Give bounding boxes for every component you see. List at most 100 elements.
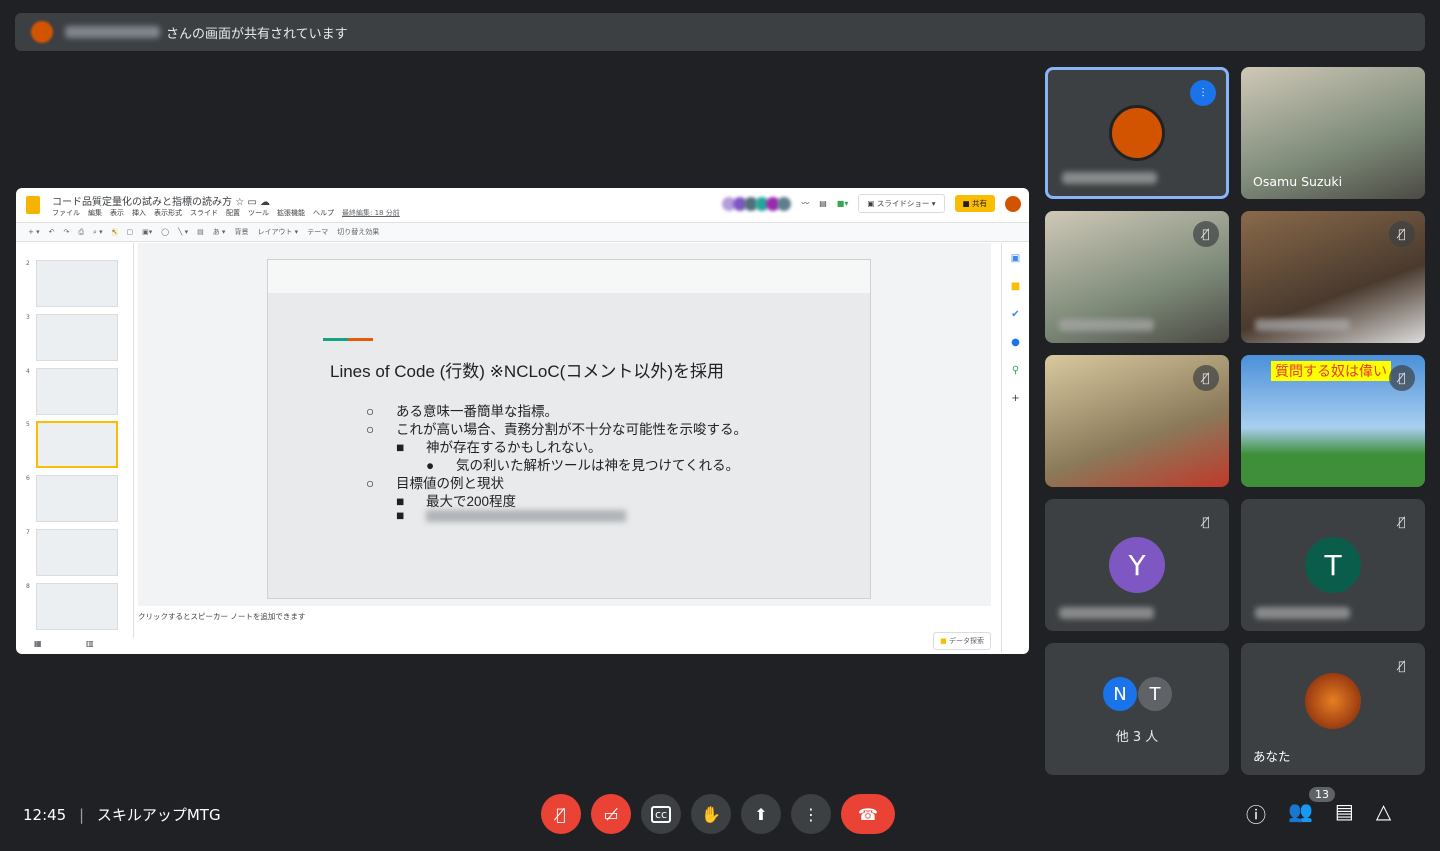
mic-off-icon: 🎙̸ — [556, 804, 566, 824]
slides-logo-icon — [26, 196, 40, 214]
menu-edit[interactable]: 編集 — [88, 208, 102, 218]
share-button[interactable]: ■ 共有 — [954, 195, 995, 212]
slideshow-button[interactable]: ▣ スライドショー ▾ — [858, 194, 945, 213]
folder-icon[interactable]: ▭ — [247, 197, 256, 208]
banner-text: さんの画面が共有されています — [166, 26, 348, 42]
present-button[interactable]: ⬆ — [741, 794, 781, 834]
people-icon[interactable]: 👥 — [1288, 799, 1313, 828]
bullet: これが高い場合、責務分割が不十分な可能性を示唆する。 — [396, 422, 747, 437]
others-tile[interactable]: N T 他 3 人 — [1045, 643, 1229, 775]
star-icon[interactable]: ☆ — [235, 197, 244, 208]
contacts-icon[interactable]: ● — [1011, 337, 1020, 348]
participant-name-blurred — [1059, 607, 1154, 619]
filmstrip-view-icon[interactable]: ▦ — [34, 639, 42, 648]
participant-tile[interactable]: 質問する奴は偉い 🎙̸ — [1241, 355, 1425, 487]
comment-add-icon[interactable]: ▤ — [197, 228, 204, 236]
participant-tile[interactable]: 🎙̸ — [1241, 211, 1425, 343]
slide-thumbnail[interactable] — [36, 368, 118, 415]
bullet: ある意味一番簡単な指標。 — [396, 404, 558, 419]
mic-off-icon: 🎙̸ — [1193, 509, 1219, 535]
bullet-blurred — [426, 510, 626, 523]
participant-tile[interactable]: 🎙̸ — [1045, 355, 1229, 487]
image-icon[interactable]: ▣▾ — [142, 228, 152, 236]
line-icon[interactable]: ╲ ▾ — [178, 228, 188, 236]
menu-view[interactable]: 表示 — [110, 208, 124, 218]
redo-icon[interactable]: ↷ — [63, 228, 69, 236]
captions-icon: cc — [650, 805, 672, 823]
participant-tile[interactable]: T 🎙̸ — [1241, 499, 1425, 631]
meeting-time: 12:45 — [23, 806, 67, 824]
slide-thumbnail[interactable] — [36, 583, 118, 630]
keep-icon[interactable]: ■ — [1011, 281, 1020, 292]
current-slide[interactable]: Lines of Code (行数) ※NCLoC(コメント以外)を採用 ○ ある… — [267, 259, 871, 599]
last-edit-link[interactable]: 最終編集: 18 分前 — [342, 208, 400, 218]
tasks-icon[interactable]: ✔ — [1011, 309, 1019, 320]
bullet: 目標値の例と現状 — [396, 476, 504, 491]
participant-name-blurred — [1059, 319, 1154, 331]
leave-call-button[interactable]: ☎ — [841, 794, 895, 834]
participant-avatar: Y — [1109, 537, 1165, 593]
comment-icon[interactable]: ▤ — [819, 199, 827, 208]
menu-slide[interactable]: スライド — [190, 208, 218, 218]
maps-icon[interactable]: ⚲ — [1012, 365, 1019, 376]
slide-thumbnail[interactable] — [36, 260, 118, 307]
shape-icon[interactable]: ◯ — [161, 228, 169, 236]
theme-button[interactable]: テーマ — [307, 227, 328, 237]
account-avatar[interactable] — [1005, 195, 1021, 212]
undo-icon[interactable]: ↶ — [49, 228, 55, 236]
camera-toggle-button[interactable]: ▭̸ — [591, 794, 631, 834]
participant-name-blurred — [1255, 319, 1350, 331]
more-vert-icon: ⋮ — [803, 804, 819, 824]
print-icon[interactable]: ⎙ — [78, 228, 84, 237]
chat-icon[interactable]: ▤ — [1335, 799, 1354, 828]
accent-bar — [323, 338, 373, 341]
collaborator-avatars[interactable] — [722, 196, 792, 211]
self-avatar — [1305, 673, 1361, 729]
participant-avatar: T — [1138, 677, 1172, 711]
menu-insert[interactable]: 挿入 — [132, 208, 146, 218]
participant-tile[interactable]: 🎙̸ — [1045, 211, 1229, 343]
menu-format[interactable]: 表示形式 — [154, 208, 182, 218]
menu-help[interactable]: ヘルプ — [313, 208, 334, 218]
participant-tile[interactable]: ⫶ — [1045, 67, 1229, 199]
menu-arrange[interactable]: 配置 — [226, 208, 240, 218]
self-tile[interactable]: 🎙̸ あなた — [1241, 643, 1425, 775]
layout-button[interactable]: レイアウト ▾ — [257, 227, 298, 237]
calendar-icon[interactable]: ▣ — [1011, 253, 1020, 264]
camera-off-icon: ▭̸ — [603, 804, 619, 824]
slide-thumbnail[interactable] — [36, 475, 118, 522]
participant-tile[interactable]: Osamu Suzuki — [1241, 67, 1425, 199]
slide-thumbnail-selected[interactable] — [36, 421, 118, 468]
participant-tile[interactable]: Y 🎙̸ — [1045, 499, 1229, 631]
new-slide-button[interactable]: + ▾ — [28, 228, 40, 236]
participant-avatar — [1109, 105, 1165, 161]
slide-thumbnail[interactable] — [36, 529, 118, 576]
add-addon-icon[interactable]: + — [1011, 393, 1019, 404]
menu-file[interactable]: ファイル — [52, 208, 80, 218]
doc-title[interactable]: コード品質定量化の試みと指標の読み方 ☆ ▭ ☁ — [52, 193, 270, 208]
mic-off-icon: 🎙̸ — [1193, 365, 1219, 391]
more-options-button[interactable]: ⋮ — [791, 794, 831, 834]
raise-hand-button[interactable]: ✋ — [691, 794, 731, 834]
info-icon[interactable]: ⓘ — [1246, 799, 1266, 828]
mic-toggle-button[interactable]: 🎙̸ — [541, 794, 581, 834]
background-button[interactable]: 背景 — [234, 227, 248, 237]
activities-icon[interactable]: △ — [1376, 799, 1391, 828]
textbox-icon[interactable]: ▢ — [127, 228, 134, 236]
menu-extensions[interactable]: 拡張機能 — [277, 208, 305, 218]
zoom-icon[interactable]: ⌕ ▾ — [93, 228, 103, 237]
explore-button[interactable]: ■ データ探索 — [933, 632, 991, 650]
mic-off-icon: 🎙̸ — [1389, 365, 1415, 391]
grid-view-icon[interactable]: ▥ — [86, 639, 94, 648]
slide-thumbnail[interactable] — [36, 314, 118, 361]
bullet: 最大で200程度 — [426, 494, 517, 509]
select-icon[interactable]: ↖ — [111, 228, 118, 236]
mic-off-icon: 🎙̸ — [1389, 509, 1415, 535]
transition-button[interactable]: 切り替え効果 — [337, 227, 379, 237]
activity-icon[interactable]: 〰 — [801, 198, 809, 209]
meet-icon[interactable]: ■▾ — [837, 199, 849, 208]
speaker-notes[interactable]: クリックするとスピーカー ノートを追加できます — [138, 611, 305, 622]
captions-button[interactable]: cc — [641, 794, 681, 834]
input-tools-icon[interactable]: あ ▾ — [213, 227, 226, 237]
menu-tools[interactable]: ツール — [248, 208, 269, 218]
